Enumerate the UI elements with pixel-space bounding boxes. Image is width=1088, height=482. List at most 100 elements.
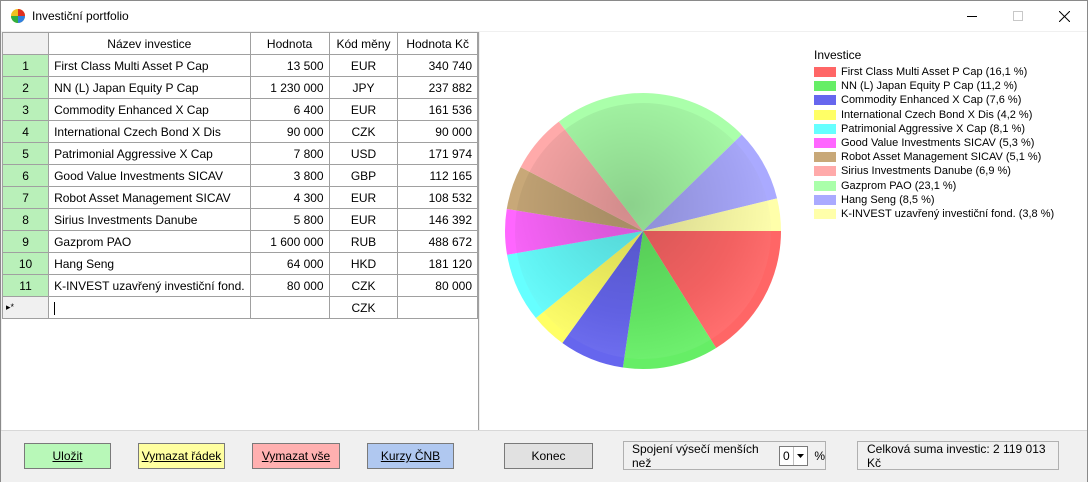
table-row[interactable]: 11 K-INVEST uzavřený investiční fond. 80 0…	[1, 274, 478, 297]
column-header-name[interactable]: Název investice	[48, 32, 251, 55]
cell-value[interactable]: 13 500	[249, 54, 330, 77]
legend-label: International Czech Bond X Dis (4,2 %)	[841, 108, 1033, 121]
cell-currency-code[interactable]: HKD	[328, 252, 399, 275]
cell-value-czk[interactable]: 80 000	[397, 274, 478, 297]
close-button[interactable]	[1041, 1, 1087, 31]
new-row-value-cell[interactable]	[249, 296, 330, 319]
row-header-cell[interactable]: 4	[1, 120, 50, 143]
table-row[interactable]: 9 Gazprom PAO 1 600 000 RUB 488 672	[1, 230, 478, 253]
cell-value[interactable]: 90 000	[249, 120, 330, 143]
legend-label: Commodity Enhanced X Cap (7,6 %)	[841, 94, 1022, 107]
minimize-button[interactable]	[949, 1, 995, 31]
cell-value[interactable]: 4 300	[249, 186, 330, 209]
cell-name[interactable]: Good Value Investments SICAV	[48, 164, 251, 187]
cell-name[interactable]: Sirius Investments Danube	[48, 208, 251, 231]
merge-threshold-select[interactable]: 0	[778, 445, 809, 466]
cell-currency-code[interactable]: GBP	[328, 164, 399, 187]
cell-currency-code[interactable]: EUR	[328, 98, 399, 121]
cell-value-czk[interactable]: 161 536	[397, 98, 478, 121]
cell-name[interactable]: Commodity Enhanced X Cap	[48, 98, 251, 121]
exit-button[interactable]: Konec	[504, 443, 593, 469]
table-row[interactable]: 1 First Class Multi Asset P Cap 13 500 EUR 3…	[1, 54, 478, 77]
row-header-cell[interactable]: 1	[1, 54, 50, 77]
close-icon	[1058, 10, 1070, 22]
column-header-value-czk[interactable]: Hodnota Kč	[397, 32, 478, 55]
cell-currency-code[interactable]: EUR	[328, 54, 399, 77]
row-header-cell[interactable]: 9	[1, 230, 50, 253]
cell-value[interactable]: 5 800	[249, 208, 330, 231]
row-header-cell[interactable]: 5	[1, 142, 50, 165]
cell-value[interactable]: 3 800	[249, 164, 330, 187]
column-header-currency-code[interactable]: Kód měny	[328, 32, 399, 55]
new-row-value-czk-cell[interactable]	[397, 296, 478, 319]
row-header-cell[interactable]: 10	[1, 252, 50, 275]
cell-name[interactable]: Patrimonial Aggressive X Cap	[48, 142, 251, 165]
cell-currency-code[interactable]: RUB	[328, 230, 399, 253]
legend-item: Commodity Enhanced X Cap (7,6 %)	[814, 93, 1054, 107]
cell-value[interactable]: 1 600 000	[249, 230, 330, 253]
row-header-cell[interactable]: 11	[1, 274, 50, 297]
save-button[interactable]: Uložit	[24, 443, 111, 469]
row-header-cell[interactable]: 3	[1, 98, 50, 121]
new-row[interactable]: ▸* CZK	[1, 296, 478, 319]
cell-currency-code[interactable]: CZK	[328, 274, 399, 297]
grid-corner-cell[interactable]	[1, 32, 50, 55]
investment-grid[interactable]: Název investice Hodnota Kód měny Hodnota…	[1, 32, 478, 319]
table-row[interactable]: 6 Good Value Investments SICAV 3 800 GBP 112…	[1, 164, 478, 187]
cell-currency-code[interactable]: JPY	[328, 76, 399, 99]
cnb-rates-button[interactable]: Kurzy ČNB	[367, 443, 454, 469]
cell-value[interactable]: 64 000	[249, 252, 330, 275]
cell-name[interactable]: K-INVEST uzavřený investiční fond.	[48, 274, 251, 297]
cell-value-czk[interactable]: 181 120	[397, 252, 478, 275]
table-row[interactable]: 8 Sirius Investments Danube 5 800 EUR 146 39…	[1, 208, 478, 231]
legend-item: NN (L) Japan Equity P Cap (11,2 %)	[814, 79, 1054, 93]
table-row[interactable]: 4 International Czech Bond X Dis 90 000 CZK…	[1, 120, 478, 143]
table-row[interactable]: 10 Hang Seng 64 000 HKD 181 120	[1, 252, 478, 275]
cell-name[interactable]: Gazprom PAO	[48, 230, 251, 253]
table-row[interactable]: 5 Patrimonial Aggressive X Cap 7 800 USD 171…	[1, 142, 478, 165]
new-row-marker[interactable]: ▸*	[1, 296, 50, 319]
cell-value[interactable]: 1 230 000	[249, 76, 330, 99]
clear-row-button[interactable]: Vymazat řádek	[138, 443, 225, 469]
cell-name[interactable]: International Czech Bond X Dis	[48, 120, 251, 143]
table-row[interactable]: 7 Robot Asset Management SICAV 4 300 EUR 108…	[1, 186, 478, 209]
cell-value[interactable]: 6 400	[249, 98, 330, 121]
cell-value-czk[interactable]: 488 672	[397, 230, 478, 253]
table-row[interactable]: 2 NN (L) Japan Equity P Cap 1 230 000 JPY 23…	[1, 76, 478, 99]
new-row-name-cell[interactable]	[48, 296, 251, 319]
clear-all-button[interactable]: Vymazat vše	[252, 443, 340, 469]
maximize-button[interactable]	[995, 1, 1041, 31]
app-window: Investiční portfolio Název investice Hod…	[0, 0, 1088, 482]
cell-value-czk[interactable]: 171 974	[397, 142, 478, 165]
title-bar[interactable]: Investiční portfolio	[1, 1, 1087, 31]
row-header-cell[interactable]: 2	[1, 76, 50, 99]
pie-chart-panel: Investice First Class Multi Asset P Cap …	[480, 32, 1087, 430]
maximize-icon	[1013, 11, 1023, 21]
cell-value[interactable]: 80 000	[249, 274, 330, 297]
cell-value-czk[interactable]: 340 740	[397, 54, 478, 77]
cell-name[interactable]: NN (L) Japan Equity P Cap	[48, 76, 251, 99]
cell-name[interactable]: First Class Multi Asset P Cap	[48, 54, 251, 77]
cell-currency-code[interactable]: CZK	[328, 120, 399, 143]
new-row-currency-code[interactable]: CZK	[328, 296, 399, 319]
cell-currency-code[interactable]: EUR	[328, 186, 399, 209]
cell-value-czk[interactable]: 237 882	[397, 76, 478, 99]
cell-value-czk[interactable]: 112 165	[397, 164, 478, 187]
row-header-cell[interactable]: 8	[1, 208, 50, 231]
cell-currency-code[interactable]: EUR	[328, 208, 399, 231]
cell-name[interactable]: Robot Asset Management SICAV	[48, 186, 251, 209]
legend-swatch	[814, 208, 836, 219]
cell-value-czk[interactable]: 146 392	[397, 208, 478, 231]
cell-value[interactable]: 7 800	[249, 142, 330, 165]
cell-name[interactable]: Hang Seng	[48, 252, 251, 275]
investment-grid-panel: Název investice Hodnota Kód měny Hodnota…	[1, 32, 479, 430]
cell-value-czk[interactable]: 90 000	[397, 120, 478, 143]
cell-currency-code[interactable]: USD	[328, 142, 399, 165]
column-header-value[interactable]: Hodnota	[249, 32, 330, 55]
row-header-cell[interactable]: 6	[1, 164, 50, 187]
table-row[interactable]: 3 Commodity Enhanced X Cap 6 400 EUR 161 536	[1, 98, 478, 121]
legend-item: Hang Seng (8,5 %)	[814, 193, 1054, 207]
dropdown-arrow-icon[interactable]	[793, 446, 807, 465]
cell-value-czk[interactable]: 108 532	[397, 186, 478, 209]
row-header-cell[interactable]: 7	[1, 186, 50, 209]
